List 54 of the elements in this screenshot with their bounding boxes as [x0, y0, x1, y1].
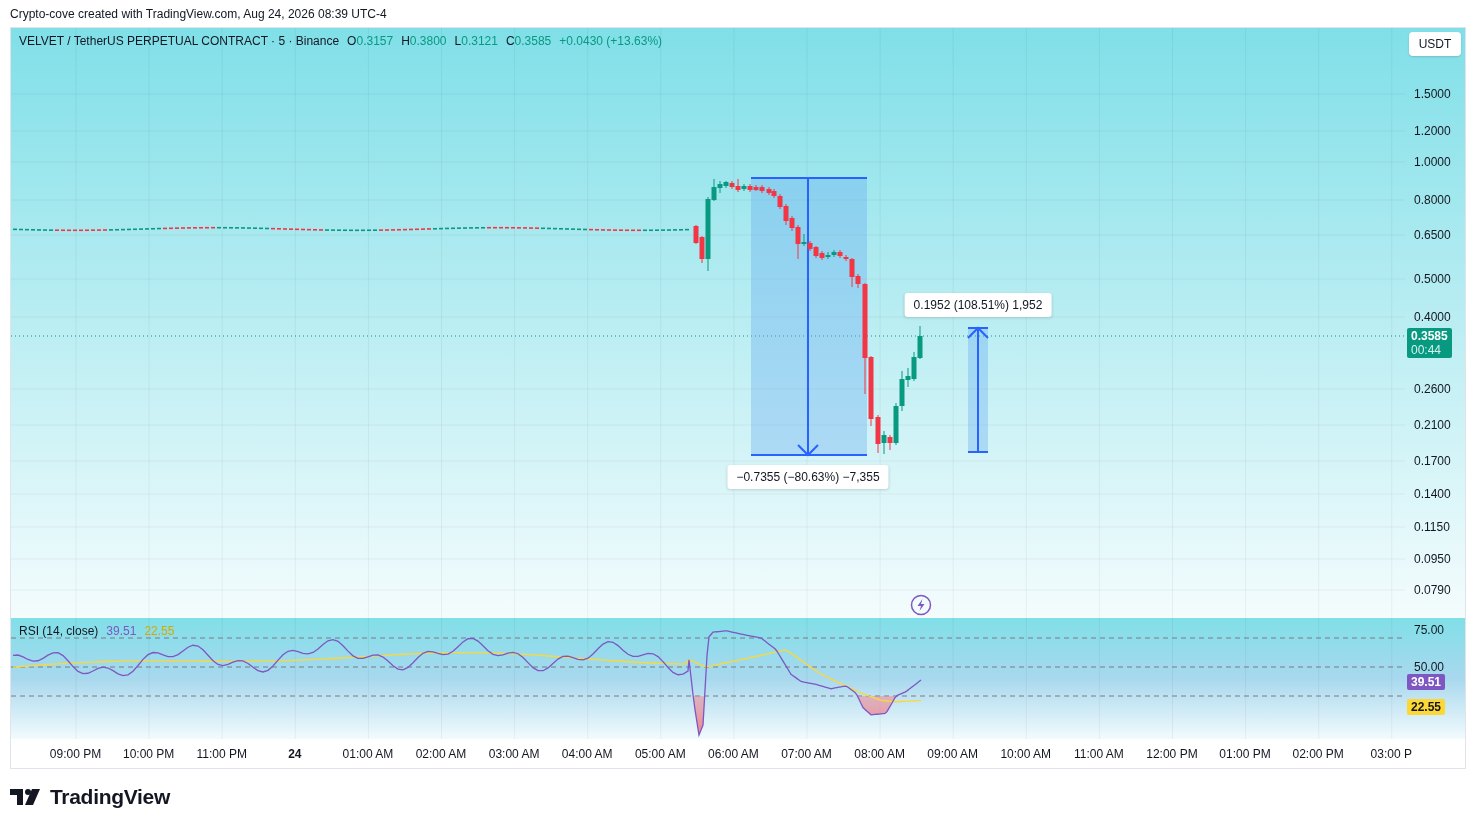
price-axis-label: 0.6500	[1414, 228, 1451, 242]
currency-button[interactable]: USDT	[1409, 32, 1461, 56]
countdown-label: 00:44	[1411, 343, 1443, 357]
ohlc-value: O0.3157	[347, 34, 394, 48]
price-axis-label: 0.8000	[1414, 193, 1451, 207]
brand-name: TradingView	[50, 785, 170, 809]
price-axis-label: 1.5000	[1414, 87, 1451, 101]
price-axis-label: 0.4000	[1414, 310, 1451, 324]
time-axis-label: 09:00 AM	[926, 746, 979, 761]
time-axis-label: 03:00 P	[1369, 746, 1413, 761]
price-axis-label: 0.2600	[1414, 382, 1451, 396]
time-axis-label: 01:00 AM	[341, 746, 395, 761]
rsi-axis-label: 75.00	[1414, 623, 1445, 637]
change-value: +0.0430 (+13.63%)	[559, 34, 663, 48]
price-label: 0.3585	[1411, 329, 1448, 343]
price-axis-label: 0.0790	[1414, 583, 1451, 597]
rsi-axis-label: 50.00	[1414, 660, 1445, 674]
time-axis-label: 04:00 AM	[560, 746, 614, 761]
time-axis-label: 24	[287, 746, 303, 761]
time-axis-label: 10:00 PM	[121, 746, 176, 761]
time-axis-label: 02:00 PM	[1291, 746, 1345, 761]
time-axis-label: 07:00 AM	[780, 746, 833, 761]
ohlc-value: C0.3585	[505, 34, 552, 48]
time-axis-label: 11:00 AM	[1072, 746, 1125, 761]
measure-label: −0.7355 (−80.63%) −7,355	[727, 465, 889, 489]
price-axis-label: 0.1700	[1414, 454, 1451, 468]
time-axis-label: 11:00 PM	[195, 746, 248, 761]
price-axis-label: 0.0950	[1414, 552, 1451, 566]
rsi-title: RSI (14, close)	[19, 624, 99, 638]
lightning-icon[interactable]	[910, 594, 932, 616]
time-axis-label: 12:00 PM	[1145, 746, 1199, 761]
price-axis-label: 1.0000	[1414, 155, 1451, 169]
time-axis-label: 02:00 AM	[414, 746, 468, 761]
time-axis-label: 10:00 AM	[999, 746, 1053, 761]
time-axis-label: 08:00 AM	[853, 746, 906, 761]
rsi-ma-value: 22.55	[144, 624, 175, 638]
price-axis-label: 0.1150	[1414, 520, 1450, 534]
ohlc-value: L0.3121	[454, 34, 498, 48]
price-axis-label: 1.2000	[1414, 124, 1451, 138]
time-axis-label: 03:00 AM	[487, 746, 541, 761]
rsi-ma-badge: 22.55	[1407, 699, 1446, 715]
price-axis-label: 0.2100	[1414, 418, 1451, 432]
rsi-value-badge: 39.51	[1407, 674, 1446, 690]
time-axis-label: 01:00 PM	[1218, 746, 1272, 761]
header-caption: Crypto-cove created with TradingView.com, Aug 24, 2026 08:39 UTC-4	[10, 6, 387, 21]
time-axis-label: 06:00 AM	[707, 746, 760, 761]
rsi-value: 39.51	[106, 624, 137, 638]
time-axis-label: 09:00 PM	[48, 746, 103, 761]
measure-label: 0.1952 (108.51%) 1,952	[904, 293, 1052, 317]
time-axis-label: 05:00 AM	[633, 746, 687, 761]
ohlc-value: H0.3800	[401, 34, 447, 48]
symbol-title: VELVET / TetherUS PERPETUAL CONTRACT · 5 · Binance	[19, 34, 340, 48]
price-axis-label: 0.5000	[1414, 272, 1451, 286]
price-axis-label: 0.1400	[1414, 487, 1451, 501]
